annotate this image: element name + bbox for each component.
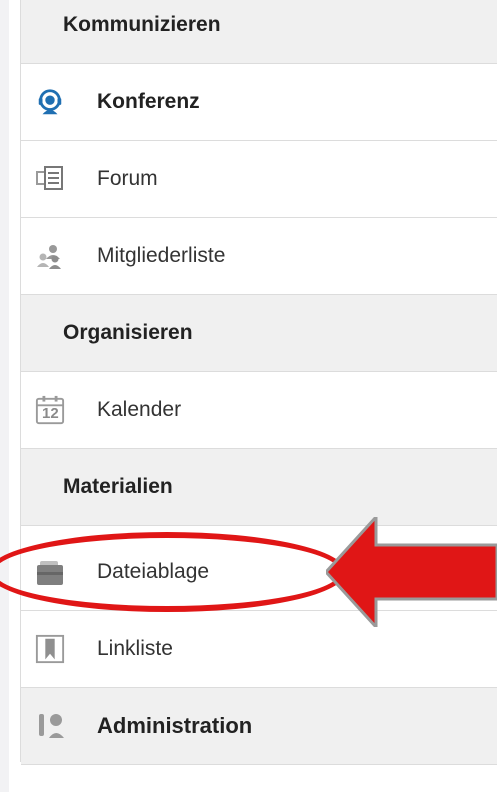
sidebar-item-label: Forum — [97, 167, 158, 190]
forum-icon — [35, 164, 65, 194]
sidebar-item-label: Konferenz — [97, 90, 200, 113]
section-title: Materialien — [63, 475, 173, 498]
sidebar-item-kalender[interactable]: 12 Kalender — [21, 372, 497, 449]
section-title: Kommunizieren — [63, 13, 221, 36]
bookmark-icon — [35, 634, 65, 664]
tools-icon — [35, 710, 67, 742]
sidebar-item-konferenz[interactable]: Konferenz — [21, 64, 497, 141]
section-title: Organisieren — [63, 321, 193, 344]
section-organisieren: Organisieren — [21, 295, 497, 372]
sidebar-item-linkliste[interactable]: Linkliste — [21, 611, 497, 688]
sidebar-item-label: Kalender — [97, 398, 182, 421]
sidebar-item-label: Dateiablage — [97, 560, 210, 583]
sidebar-item-forum[interactable]: Forum — [21, 141, 497, 218]
section-kommunizieren: Kommunizieren — [21, 0, 497, 64]
members-icon — [35, 241, 65, 271]
sidebar-panel: Kommunizieren Konferenz Forum Mitglieder… — [20, 0, 497, 765]
sidebar-item-mitgliederliste[interactable]: Mitgliederliste — [21, 218, 497, 295]
section-administration[interactable]: Administration — [21, 688, 497, 765]
briefcase-icon — [35, 557, 65, 587]
calendar-icon-number: 12 — [42, 405, 59, 422]
calendar-icon: 12 — [35, 395, 65, 425]
sidebar-item-dateiablage[interactable]: Dateiablage — [21, 534, 497, 611]
headset-icon — [35, 87, 65, 117]
section-materialien: Materialien — [21, 449, 497, 526]
sidebar-item-label: Linkliste — [97, 637, 173, 660]
left-scroll-strip — [0, 0, 9, 792]
sidebar-item-label: Mitgliederliste — [97, 244, 226, 267]
section-title: Administration — [97, 713, 253, 738]
